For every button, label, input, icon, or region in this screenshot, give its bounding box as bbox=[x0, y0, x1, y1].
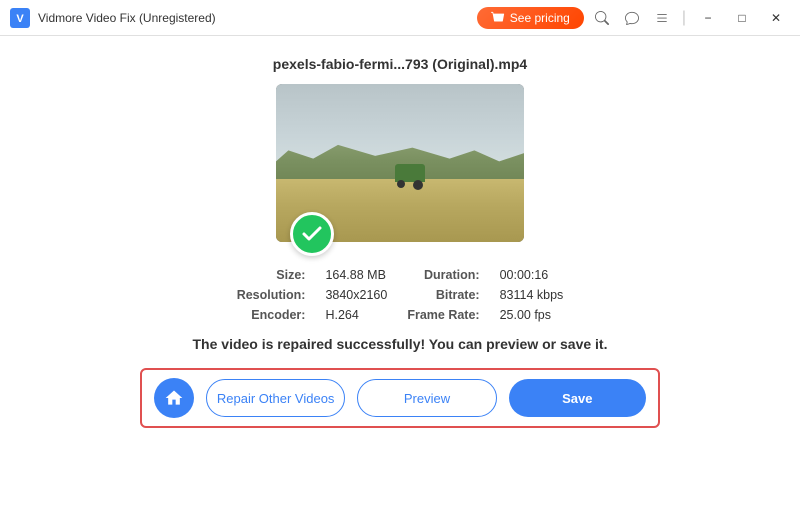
video-filename: pexels-fabio-fermi...793 (Original).mp4 bbox=[273, 56, 527, 72]
home-icon bbox=[164, 388, 184, 408]
metadata-grid: Size: 164.88 MB Duration: 00:00:16 Resol… bbox=[237, 268, 564, 322]
bitrate-label: Bitrate: bbox=[407, 288, 479, 302]
cart-icon bbox=[491, 11, 505, 25]
video-thumbnail-wrapper bbox=[276, 84, 524, 242]
app-logo: V bbox=[10, 8, 30, 28]
maximize-button[interactable]: □ bbox=[728, 4, 756, 32]
close-button[interactable]: ✕ bbox=[762, 4, 790, 32]
svg-text:V: V bbox=[16, 13, 24, 25]
success-message: The video is repaired successfully! You … bbox=[193, 336, 608, 352]
divider: | bbox=[682, 9, 686, 27]
title-bar-controls: See pricing | − □ ✕ bbox=[477, 4, 790, 32]
pricing-label: See pricing bbox=[510, 11, 570, 25]
main-content: pexels-fabio-fermi...793 (Original).mp4 … bbox=[0, 36, 800, 516]
menu-icon-button[interactable] bbox=[650, 6, 674, 30]
title-bar: V Vidmore Video Fix (Unregistered) See p… bbox=[0, 0, 800, 36]
duration-value: 00:00:16 bbox=[500, 268, 564, 282]
encoder-label: Encoder: bbox=[237, 308, 306, 322]
search-icon-button[interactable] bbox=[590, 6, 614, 30]
save-button[interactable]: Save bbox=[509, 379, 646, 417]
home-button[interactable] bbox=[154, 378, 194, 418]
action-bar: Repair Other Videos Preview Save bbox=[140, 368, 660, 428]
resolution-label: Resolution: bbox=[237, 288, 306, 302]
repair-other-button[interactable]: Repair Other Videos bbox=[206, 379, 345, 417]
minimize-button[interactable]: − bbox=[694, 4, 722, 32]
size-label: Size: bbox=[237, 268, 306, 282]
duration-label: Duration: bbox=[407, 268, 479, 282]
framerate-label: Frame Rate: bbox=[407, 308, 479, 322]
preview-button[interactable]: Preview bbox=[357, 379, 496, 417]
chat-icon-button[interactable] bbox=[620, 6, 644, 30]
framerate-value: 25.00 fps bbox=[500, 308, 564, 322]
encoder-value: H.264 bbox=[325, 308, 387, 322]
app-title: Vidmore Video Fix (Unregistered) bbox=[38, 11, 477, 25]
resolution-value: 3840x2160 bbox=[325, 288, 387, 302]
size-value: 164.88 MB bbox=[325, 268, 387, 282]
see-pricing-button[interactable]: See pricing bbox=[477, 7, 584, 29]
tractor bbox=[395, 164, 425, 182]
bitrate-value: 83114 kbps bbox=[500, 288, 564, 302]
success-checkmark bbox=[290, 212, 334, 256]
